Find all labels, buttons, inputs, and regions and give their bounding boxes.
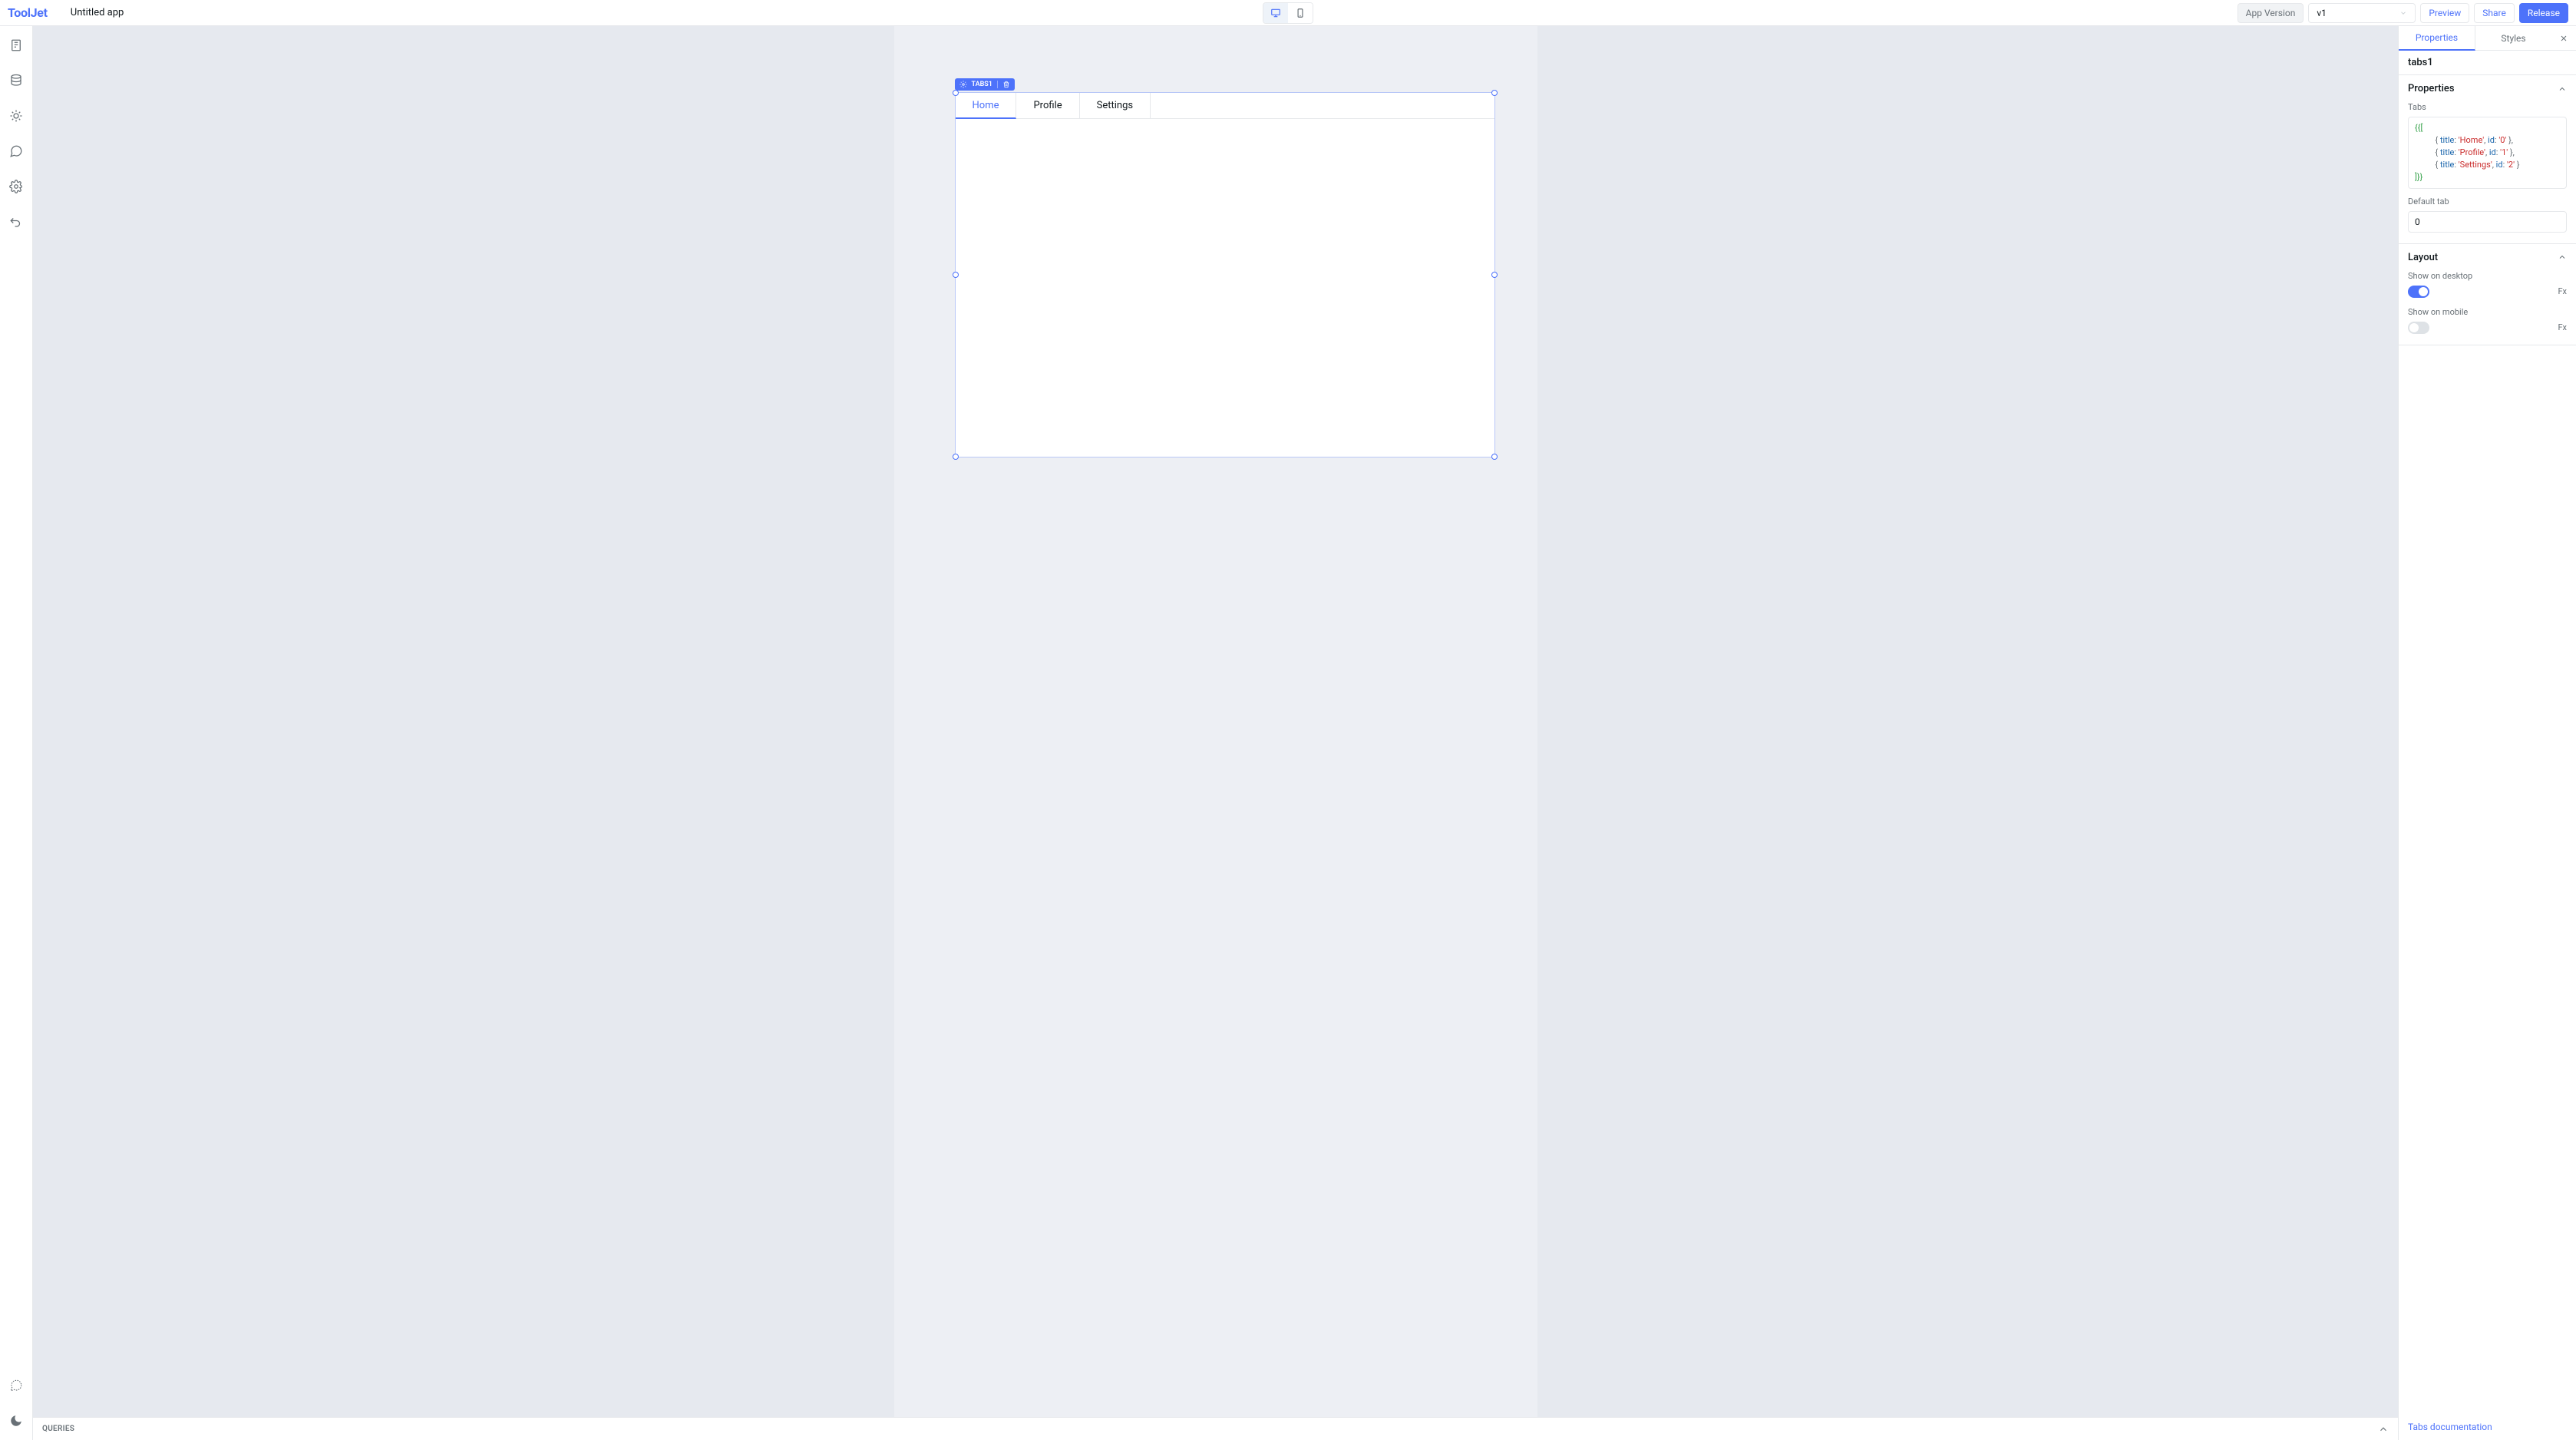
panel-footer: Tabs documentation	[2399, 1414, 2576, 1440]
canvas[interactable]: TABS1 Home Profile	[829, 26, 1603, 1417]
resize-handle-br[interactable]	[1491, 454, 1498, 460]
theme-toggle-icon[interactable]	[8, 1412, 25, 1429]
app-version-label: App Version	[2237, 3, 2304, 23]
show-desktop-toggle[interactable]	[2408, 286, 2429, 298]
mobile-icon	[1295, 8, 1306, 18]
logo: ToolJet	[8, 5, 48, 20]
tabs-field-label: Tabs	[2408, 102, 2567, 112]
section-properties: Properties Tabs {{[ { title: 'Home', id:…	[2399, 75, 2576, 244]
fx-button-desktop[interactable]: Fx	[2558, 286, 2567, 296]
app-title[interactable]: Untitled app	[71, 7, 124, 18]
version-value: v1	[2317, 8, 2327, 18]
tabs-widget[interactable]: Home Profile Settings	[955, 92, 1495, 457]
resize-handle-tr[interactable]	[1491, 90, 1498, 96]
fx-button-mobile[interactable]: Fx	[2558, 322, 2567, 332]
widget-label-text: TABS1	[972, 81, 992, 88]
settings-icon[interactable]	[8, 178, 25, 195]
left-sidebar	[0, 26, 33, 1440]
viewport-switcher	[1263, 2, 1313, 24]
resize-handle-ml[interactable]	[953, 272, 959, 278]
main-area: TABS1 Home Profile	[0, 26, 2576, 1440]
section-layout-title: Layout	[2408, 252, 2438, 263]
tab-properties[interactable]: Properties	[2399, 26, 2475, 51]
widget-gear-icon	[959, 81, 967, 88]
properties-panel: Properties Styles tabs1 Properties Tabs …	[2398, 26, 2576, 1440]
default-tab-input[interactable]	[2408, 211, 2567, 233]
component-name[interactable]: tabs1	[2399, 51, 2576, 75]
undo-icon[interactable]	[8, 213, 25, 230]
viewport-desktop-button[interactable]	[1263, 3, 1288, 23]
tab-settings[interactable]: Settings	[1080, 93, 1151, 118]
tab-home[interactable]: Home	[956, 93, 1017, 119]
default-tab-label: Default tab	[2408, 197, 2567, 206]
release-button[interactable]: Release	[2519, 3, 2568, 23]
resize-handle-tl[interactable]	[953, 90, 959, 96]
canvas-scroll[interactable]: TABS1 Home Profile	[33, 26, 2398, 1417]
comments-icon[interactable]	[8, 143, 25, 160]
section-layout: Layout Show on desktop Fx Show on mobile…	[2399, 244, 2576, 345]
resize-handle-bl[interactable]	[953, 454, 959, 460]
resize-handle-mr[interactable]	[1491, 272, 1498, 278]
tabs-header: Home Profile Settings	[956, 93, 1494, 119]
show-desktop-label: Show on desktop	[2408, 271, 2567, 281]
section-layout-header[interactable]: Layout	[2408, 252, 2567, 263]
chat-icon[interactable]	[8, 1377, 25, 1394]
tabs-widget-wrapper[interactable]: TABS1 Home Profile	[955, 92, 1495, 457]
pages-icon[interactable]	[8, 37, 25, 54]
tab-profile[interactable]: Profile	[1016, 93, 1079, 118]
section-properties-header[interactable]: Properties	[2408, 83, 2567, 94]
chevron-up-icon	[2558, 253, 2567, 262]
header-actions: App Version v1 Preview Share Release	[2237, 3, 2568, 23]
viewport-mobile-button[interactable]	[1288, 3, 1313, 23]
tab-styles[interactable]: Styles	[2475, 27, 2551, 50]
canvas-wrapper: TABS1 Home Profile	[33, 26, 2398, 1440]
debug-icon[interactable]	[8, 107, 25, 124]
version-select[interactable]: v1	[2308, 3, 2416, 23]
close-icon	[2559, 34, 2568, 43]
chevron-up-icon[interactable]	[2378, 1424, 2389, 1435]
desktop-icon	[1270, 8, 1281, 18]
show-mobile-toggle[interactable]	[2408, 322, 2429, 334]
chevron-up-icon	[2558, 84, 2567, 94]
queries-title: QUERIES	[42, 1425, 74, 1433]
preview-button[interactable]: Preview	[2420, 3, 2469, 23]
tabs-code-input[interactable]: {{[ { title: 'Home', id: '0' }, { title:…	[2408, 117, 2567, 189]
section-properties-title: Properties	[2408, 83, 2455, 94]
close-panel-button[interactable]	[2551, 34, 2576, 43]
datasource-icon[interactable]	[8, 72, 25, 89]
show-mobile-label: Show on mobile	[2408, 307, 2567, 317]
widget-selection-label: TABS1	[955, 78, 1015, 91]
docs-link[interactable]: Tabs documentation	[2408, 1422, 2492, 1432]
top-header: ToolJet Untitled app App Version v1 Prev…	[0, 0, 2576, 26]
chevron-down-icon	[2399, 9, 2407, 17]
share-button[interactable]: Share	[2474, 3, 2515, 23]
panel-tabs: Properties Styles	[2399, 26, 2576, 51]
trash-icon[interactable]	[1002, 81, 1010, 88]
queries-panel[interactable]: QUERIES	[33, 1417, 2398, 1440]
